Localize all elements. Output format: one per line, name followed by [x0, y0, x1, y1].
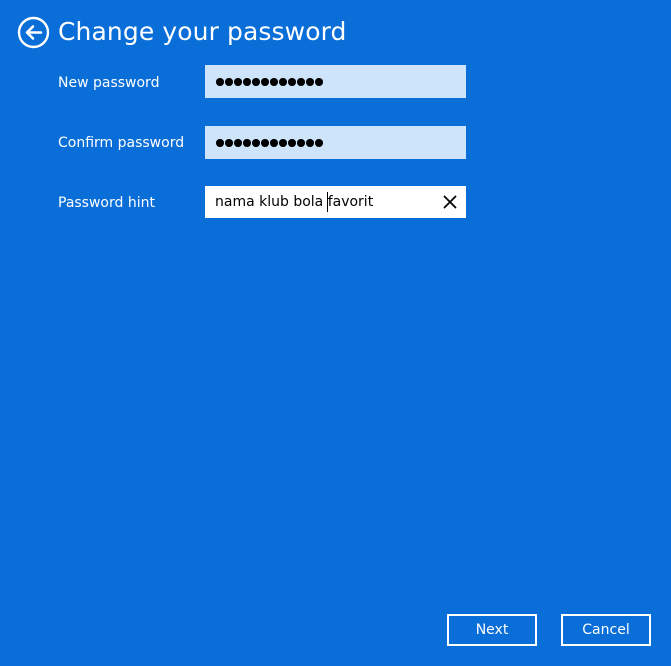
password-dot — [297, 139, 305, 147]
password-dot — [297, 78, 305, 86]
new-password-field[interactable] — [205, 65, 466, 98]
password-dot — [234, 78, 242, 86]
close-icon — [443, 195, 457, 209]
password-dot — [279, 78, 287, 86]
page-title: Change your password — [58, 17, 347, 46]
password-dot — [216, 78, 224, 86]
password-dot — [261, 78, 269, 86]
confirm-password-field[interactable] — [205, 126, 466, 159]
password-hint-value: nama klub bola favorit — [215, 194, 374, 210]
next-button[interactable]: Next — [447, 614, 537, 646]
confirm-password-mask — [216, 137, 323, 148]
cancel-button[interactable]: Cancel — [561, 614, 651, 646]
password-dot — [252, 78, 260, 86]
password-dot — [252, 139, 260, 147]
text-caret — [326, 192, 328, 212]
password-dot — [243, 139, 251, 147]
password-dot — [288, 78, 296, 86]
password-dot — [306, 139, 314, 147]
back-arrow-icon — [17, 16, 50, 49]
password-hint-label: Password hint — [58, 195, 155, 211]
password-dot — [288, 139, 296, 147]
password-dot — [216, 139, 224, 147]
password-dot — [306, 78, 314, 86]
password-dot — [270, 139, 278, 147]
new-password-mask — [216, 76, 323, 87]
password-dot — [225, 78, 233, 86]
password-dot — [234, 139, 242, 147]
password-dot — [279, 139, 287, 147]
password-dot — [270, 78, 278, 86]
clear-hint-button[interactable] — [442, 194, 458, 210]
password-hint-field[interactable]: nama klub bola favorit — [205, 186, 466, 218]
confirm-password-label: Confirm password — [58, 135, 185, 151]
back-button[interactable] — [17, 16, 50, 49]
password-dot — [315, 78, 323, 86]
new-password-label: New password — [58, 75, 160, 91]
password-dot — [225, 139, 233, 147]
password-dot — [243, 78, 251, 86]
password-dot — [261, 139, 269, 147]
password-dot — [315, 139, 323, 147]
